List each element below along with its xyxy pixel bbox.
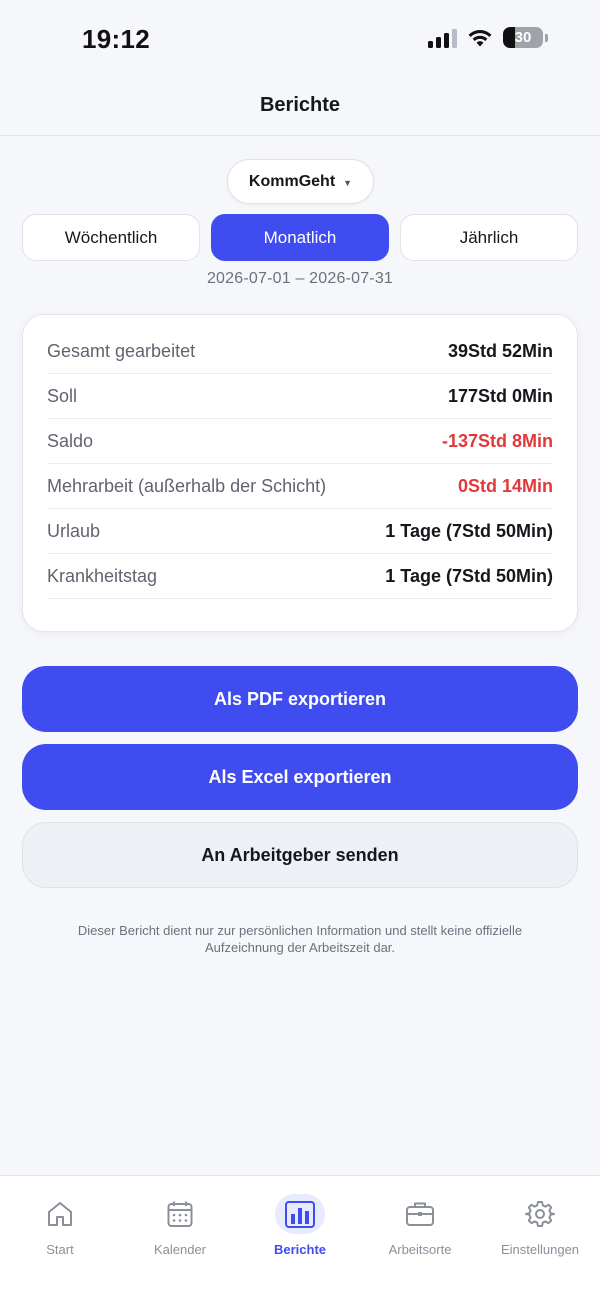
tab-bar-label: Start <box>46 1242 74 1257</box>
wifi-icon <box>468 29 492 46</box>
summary-label: Soll <box>47 385 78 406</box>
battery-cap <box>545 33 548 42</box>
bottom-tab-bar: Start Kalender Berichte Arbeitsorte Eins… <box>0 1175 600 1300</box>
tab-bar-item-settings[interactable]: Einstellungen <box>480 1176 600 1266</box>
summary-row-balance: Saldo -137Std 8Min <box>47 419 553 464</box>
tab-monthly[interactable]: Monatlich <box>211 214 389 261</box>
summary-label: Saldo <box>47 430 94 451</box>
summary-row-sick-day: Krankheitstag 1 Tage (7Std 50Min) <box>47 554 553 599</box>
tab-bar-item-workplaces[interactable]: Arbeitsorte <box>360 1176 480 1266</box>
summary-value: 39Std 52Min <box>447 340 553 361</box>
profile-selector-label: KommGeht <box>248 172 336 190</box>
bar-chart-icon <box>285 1201 315 1228</box>
tab-bar-label: Arbeitsorte <box>388 1242 452 1257</box>
status-bar: 19:12 30 <box>0 0 600 82</box>
summary-label: Krankheitstag <box>47 565 158 586</box>
summary-value: 177Std 0Min <box>447 385 553 406</box>
briefcase-icon <box>406 1202 434 1226</box>
summary-row-target: Soll 177Std 0Min <box>47 374 553 419</box>
cellular-signal-icon <box>428 28 457 48</box>
summary-row-total-worked: Gesamt gearbeitet 39Std 52Min <box>47 329 553 374</box>
summary-row-vacation: Urlaub 1 Tage (7Std 50Min) <box>47 509 553 554</box>
battery-icon: 30 <box>503 27 543 48</box>
disclaimer-text: Dieser Bericht dient nur zur persönliche… <box>77 923 523 955</box>
caret-down-icon: ▼ <box>343 177 353 188</box>
profile-selector[interactable]: KommGeht ▼ <box>227 159 374 204</box>
home-icon <box>48 1202 72 1226</box>
nav-header: Berichte <box>0 82 600 136</box>
summary-label: Gesamt gearbeitet <box>47 340 196 361</box>
export-excel-button[interactable]: Als Excel exportieren <box>22 744 578 810</box>
battery-level: 30 <box>514 29 532 46</box>
tab-yearly[interactable]: Jährlich <box>400 214 578 261</box>
tab-bar-label: Kalender <box>153 1242 207 1257</box>
summary-row-overtime: Mehrarbeit (außerhalb der Schicht) 0Std … <box>47 464 553 509</box>
status-time: 19:12 <box>82 24 150 54</box>
tab-bar-item-reports[interactable]: Berichte <box>240 1176 360 1266</box>
tab-bar-label: Berichte <box>273 1242 327 1257</box>
tab-weekly[interactable]: Wöchentlich <box>22 214 200 261</box>
period-tabs: Wöchentlich Monatlich Jährlich <box>22 214 578 261</box>
summary-label: Mehrarbeit (außerhalb der Schicht) <box>47 475 327 496</box>
gear-icon <box>525 1201 555 1227</box>
tab-bar-item-start[interactable]: Start <box>0 1176 120 1266</box>
send-to-employer-button[interactable]: An Arbeitgeber senden <box>22 822 578 888</box>
date-range: 2026-07-01 – 2026-07-31 <box>206 270 394 287</box>
summary-card: Gesamt gearbeitet 39Std 52Min Soll 177St… <box>22 314 578 632</box>
tab-bar-label: Einstellungen <box>500 1242 580 1257</box>
page-title: Berichte <box>259 94 341 116</box>
summary-value: 1 Tage (7Std 50Min) <box>385 520 553 541</box>
calendar-icon <box>167 1201 193 1227</box>
status-icons: 30 <box>428 27 548 48</box>
summary-value: 1 Tage (7Std 50Min) <box>385 565 553 586</box>
summary-label: Urlaub <box>47 520 101 541</box>
summary-value: 0Std 14Min <box>457 475 553 496</box>
export-pdf-button[interactable]: Als PDF exportieren <box>22 666 578 732</box>
tab-bar-item-calendar[interactable]: Kalender <box>120 1176 240 1266</box>
summary-value: -137Std 8Min <box>441 430 553 451</box>
